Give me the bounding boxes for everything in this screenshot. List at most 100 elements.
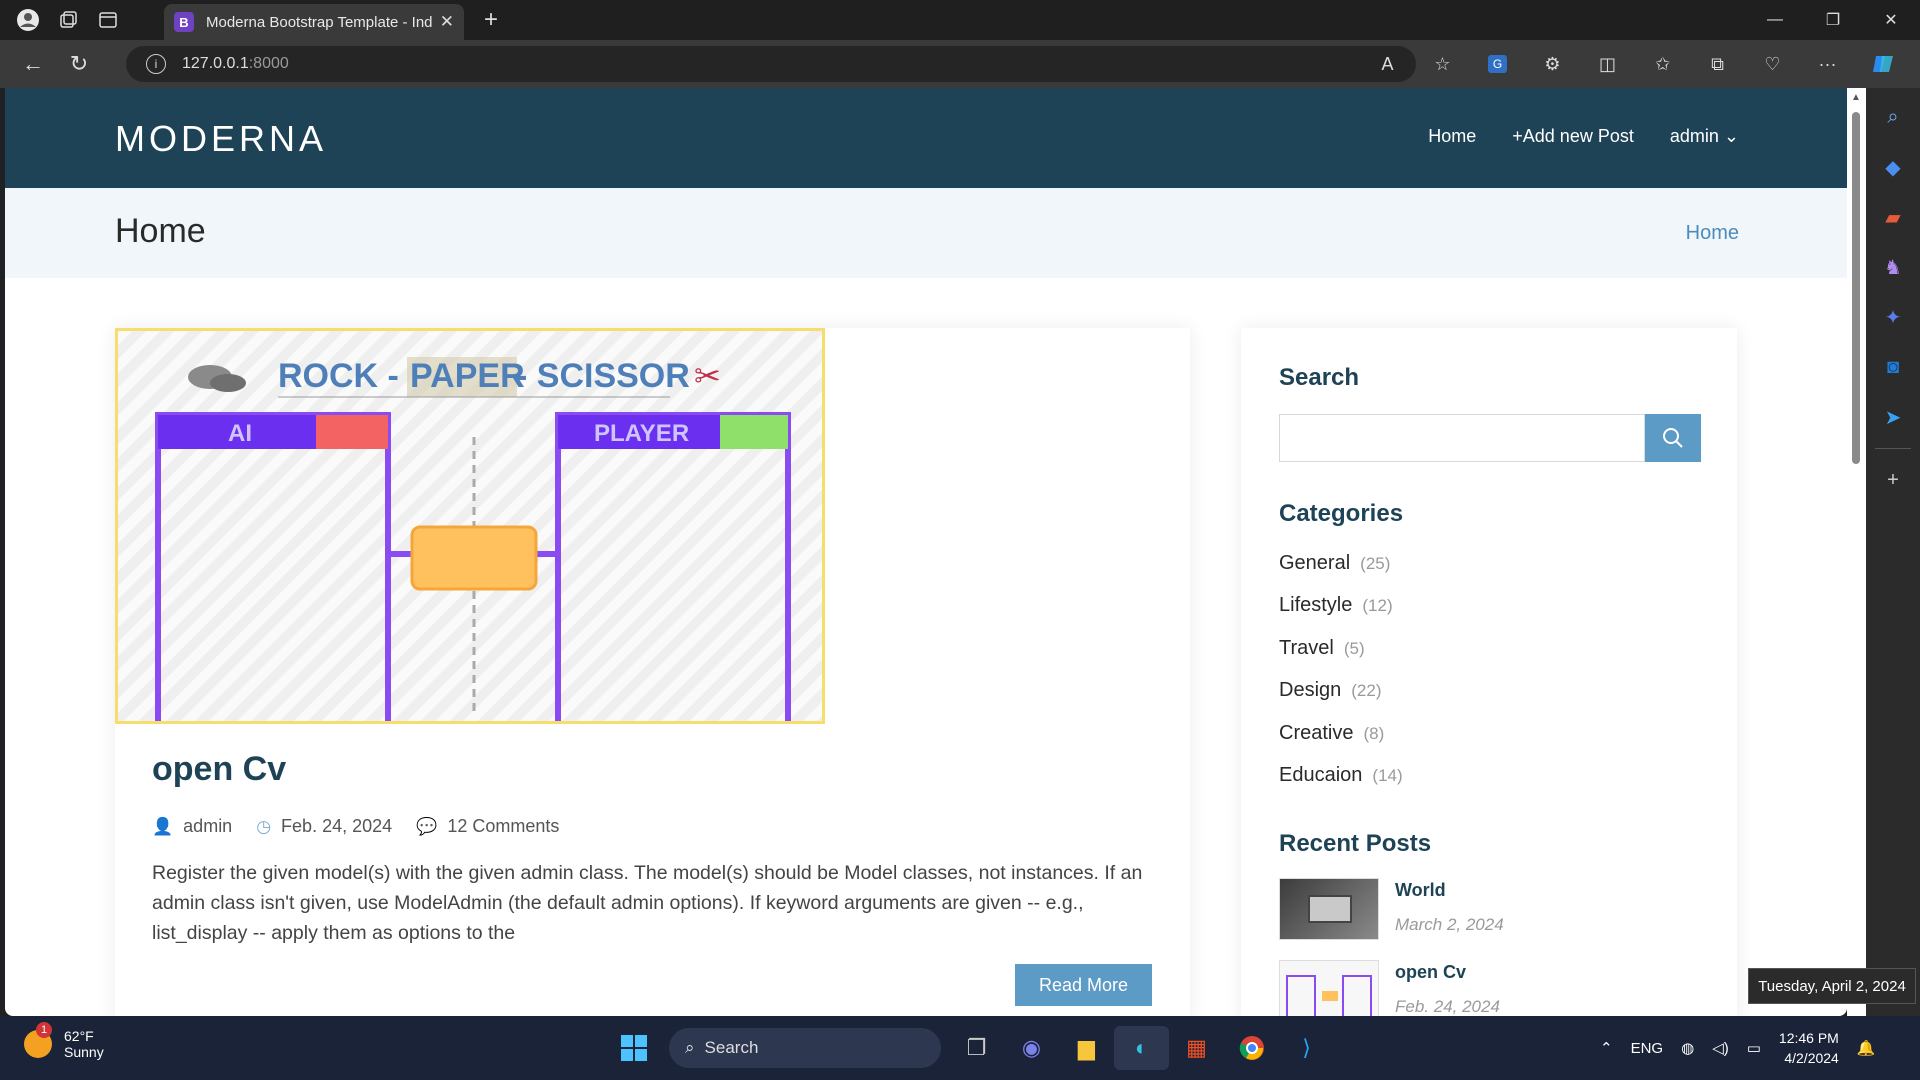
chevron-down-icon: ⌄ — [1723, 126, 1739, 146]
taskbar-search[interactable]: ⌕ Search — [669, 1028, 941, 1068]
post-date[interactable]: ◷ Feb. 24, 2024 — [256, 816, 392, 837]
search-icon — [1663, 428, 1683, 448]
vscode-icon[interactable]: ⟩ — [1279, 1026, 1334, 1070]
post-image[interactable]: ROCK - PAPER - SCISSOR ✂ AI PLAYER — [115, 328, 825, 788]
categories-heading: Categories — [1279, 500, 1404, 527]
category-item[interactable]: Creative (8) — [1279, 722, 1384, 745]
clock[interactable]: 12:46 PM 4/2/2024 — [1779, 1028, 1839, 1068]
search-input[interactable] — [1279, 414, 1645, 462]
nav-user-label: admin — [1669, 126, 1719, 146]
post-author[interactable]: 👤 admin — [152, 816, 232, 837]
copilot-sidebar-icon[interactable]: ✦ — [1866, 292, 1920, 342]
category-name: Design — [1279, 679, 1342, 701]
copilot-icon[interactable] — [1855, 44, 1910, 84]
drop-icon[interactable]: ➤ — [1866, 392, 1920, 442]
image-label-ai: AI — [228, 420, 252, 447]
volume-icon[interactable]: ◁) — [1712, 1039, 1729, 1057]
category-item[interactable]: Travel (5) — [1279, 637, 1365, 660]
edge-icon[interactable]: ◐ — [1114, 1026, 1169, 1070]
recent-post-thumbnail[interactable] — [1279, 878, 1379, 940]
image-label-player: PLAYER — [594, 420, 689, 447]
category-count: (5) — [1343, 639, 1365, 658]
recent-post-date: Feb. 24, 2024 — [1395, 997, 1500, 1016]
favorite-star-icon[interactable]: ☆ — [1415, 44, 1470, 84]
post-title[interactable]: open Cv — [152, 750, 286, 789]
browser-tab-active[interactable]: B Moderna Bootstrap Template - Index ✕ — [164, 4, 464, 40]
post-meta: 👤 admin ◷ Feb. 24, 2024 💬 12 Comments — [152, 816, 559, 837]
read-aloud-icon[interactable]: A — [1360, 44, 1415, 84]
breadcrumb-home-link[interactable]: Home — [1686, 222, 1739, 245]
tools-icon[interactable]: ▰ — [1866, 192, 1920, 242]
outlook-icon[interactable]: ◙ — [1866, 342, 1920, 392]
vertical-tabs-icon[interactable] — [88, 0, 128, 40]
nav-user-dropdown[interactable]: admin ⌄ — [1670, 126, 1739, 147]
translate-icon[interactable]: G — [1470, 44, 1525, 84]
category-count: (8) — [1363, 724, 1385, 743]
microsoft-store-icon[interactable]: ▦ — [1169, 1026, 1224, 1070]
close-window-icon[interactable]: ✕ — [1862, 0, 1920, 40]
webpage-viewport: MODERNA Home +Add new Post admin ⌄ Home … — [5, 88, 1847, 1016]
category-count: (22) — [1351, 681, 1382, 700]
url-port: :8000 — [248, 55, 289, 72]
url-field[interactable]: i 127.0.0.1:8000 — [126, 46, 1416, 82]
weather-widget[interactable]: 1 62°F Sunny — [24, 1022, 104, 1060]
category-item[interactable]: Educaion (14) — [1279, 764, 1403, 787]
read-more-button[interactable]: Read More — [1015, 964, 1152, 1006]
split-screen-icon[interactable]: ◫ — [1580, 44, 1635, 84]
favorites-icon[interactable]: ✩ — [1635, 44, 1690, 84]
profile-icon[interactable] — [8, 0, 48, 40]
weather-temperature: 62°F — [64, 1028, 94, 1044]
teams-meet-icon[interactable]: ◉ — [1004, 1026, 1059, 1070]
windows-start-icon[interactable] — [606, 1026, 661, 1070]
taskbar-apps: ⌕ Search ❐ ◉ ▆ ◐ ▦ ⟩ — [606, 1026, 1334, 1070]
collections-icon[interactable]: ⧉ — [1690, 44, 1745, 84]
show-hidden-icons-icon[interactable]: ⌃ — [1600, 1039, 1613, 1057]
site-logo[interactable]: MODERNA — [115, 118, 327, 160]
date-tooltip: Tuesday, April 2, 2024 — [1748, 968, 1916, 1004]
scroll-up-icon[interactable]: ▲ — [1851, 92, 1861, 103]
task-view-icon[interactable]: ❐ — [949, 1026, 1004, 1070]
close-tab-icon[interactable]: ✕ — [440, 12, 454, 32]
image-title-part3: - SCISSOR — [516, 357, 690, 395]
battery-icon[interactable]: ▭ — [1747, 1039, 1761, 1057]
category-name: Lifestyle — [1279, 594, 1353, 616]
site-info-icon[interactable]: i — [146, 54, 166, 74]
restore-icon[interactable]: ❐ — [1804, 0, 1862, 40]
minimize-icon[interactable]: — — [1746, 0, 1804, 40]
recent-post-title[interactable]: World — [1395, 880, 1504, 901]
games-icon[interactable]: ♞ — [1866, 242, 1920, 292]
refresh-icon[interactable]: ↻ — [56, 44, 102, 84]
shopping-icon[interactable]: ◆ — [1866, 142, 1920, 192]
back-icon[interactable]: ← — [10, 44, 56, 84]
nav-add-post[interactable]: +Add new Post — [1512, 126, 1634, 147]
workspaces-icon[interactable] — [48, 0, 88, 40]
new-tab-button[interactable]: + — [476, 4, 506, 36]
tab-title: Moderna Bootstrap Template - Index — [206, 13, 432, 31]
translate-badge: G — [1487, 55, 1508, 73]
clock-time: 12:46 PM — [1778, 1030, 1839, 1046]
recent-post-item[interactable]: World March 2, 2024 — [1279, 878, 1504, 940]
address-bar-row: ← ↻ i 127.0.0.1:8000 A ☆ G ⚙ ◫ ✩ ⧉ ♡ ··· — [0, 40, 1920, 88]
scrollbar-thumb[interactable] — [1852, 112, 1860, 464]
notification-bell-icon[interactable]: 🔔 — [1857, 1039, 1876, 1057]
chrome-icon[interactable] — [1224, 1026, 1279, 1070]
nav-home[interactable]: Home — [1428, 126, 1476, 147]
category-item[interactable]: Design (22) — [1279, 679, 1382, 702]
recent-post-item[interactable]: open Cv Feb. 24, 2024 — [1279, 960, 1500, 1016]
page-title: Home — [115, 212, 206, 250]
post-comments[interactable]: 💬 12 Comments — [416, 816, 559, 837]
category-item[interactable]: General (25) — [1279, 552, 1390, 575]
clock-date: 4/2/2024 — [1784, 1050, 1839, 1066]
add-sidebar-icon[interactable]: + — [1866, 455, 1920, 505]
language-indicator[interactable]: ENG — [1631, 1040, 1664, 1057]
more-options-icon[interactable]: ··· — [1800, 44, 1855, 84]
file-explorer-icon[interactable]: ▆ — [1059, 1026, 1114, 1070]
extensions-icon[interactable]: ⚙ — [1525, 44, 1580, 84]
recent-post-title[interactable]: open Cv — [1395, 962, 1500, 983]
category-item[interactable]: Lifestyle (12) — [1279, 594, 1393, 617]
sidebar-search-icon[interactable]: ⌕ — [1866, 92, 1920, 142]
recent-post-thumbnail[interactable] — [1279, 960, 1379, 1016]
search-button[interactable] — [1645, 414, 1701, 462]
performance-icon[interactable]: ♡ — [1745, 44, 1800, 84]
network-icon[interactable]: ◍ — [1681, 1039, 1694, 1057]
